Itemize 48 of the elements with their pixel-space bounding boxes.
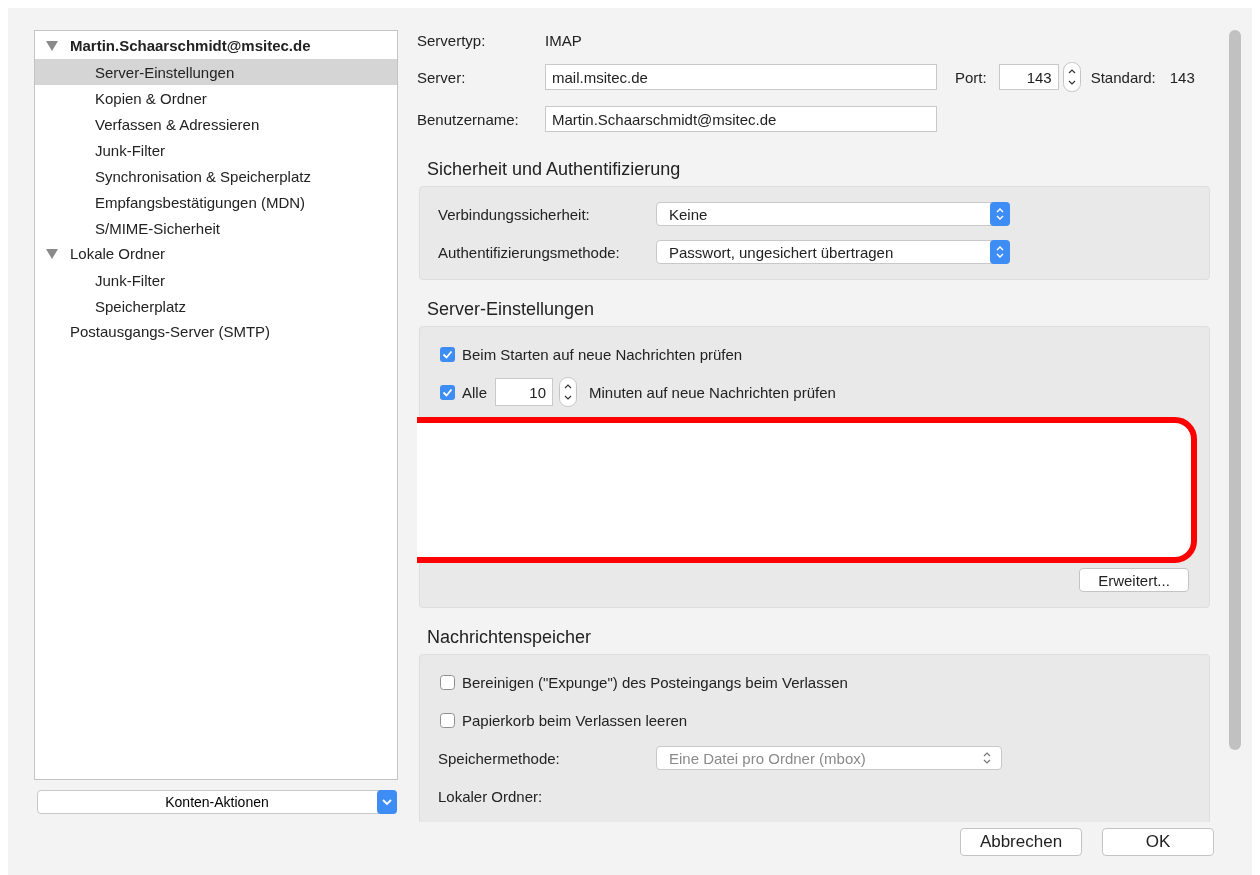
cancel-button[interactable]: Abbrechen — [960, 828, 1082, 856]
checkbox[interactable] — [440, 384, 455, 400]
field-label: Authentifizierungsmethode: — [438, 243, 621, 261]
dropdown[interactable]: Keine — [656, 202, 1010, 226]
field-value: 143 — [1169, 68, 1195, 86]
advanced-button[interactable]: Erweitert... — [1079, 568, 1189, 592]
ok-button[interactable]: OK — [1102, 828, 1214, 856]
field-label: Benutzername: — [417, 110, 520, 128]
checkbox-label: Papierkorb beim Verlassen leeren — [462, 711, 688, 729]
server-field[interactable]: mail.msitec.de — [545, 64, 937, 90]
checkbox[interactable] — [440, 712, 455, 728]
username-field[interactable]: Martin.Schaarschmidt@msitec.de — [545, 106, 937, 132]
checkbox-label: Beim Starten auf neue Nachrichten prüfen — [462, 345, 743, 363]
checkbox[interactable] — [440, 346, 455, 362]
tree-item[interactable]: Postausgangs-Server (SMTP) — [35, 319, 397, 345]
checkbox-label: Alle — [462, 383, 487, 401]
scrollbar[interactable] — [1229, 30, 1241, 750]
field-label: Lokaler Ordner: — [438, 787, 543, 805]
interval-field[interactable]: 10 — [495, 378, 553, 406]
field-value: IMAP — [545, 31, 582, 49]
dropdown[interactable]: Passwort, ungesichert übertragen — [656, 240, 1010, 264]
tree-item[interactable]: Junk-Filter — [35, 267, 397, 293]
port-field[interactable]: 143 — [998, 64, 1059, 90]
field-label: Speichermethode: — [438, 749, 561, 767]
checkbox-label: Bereinigen ("Expunge") des Posteingangs beim Verlassen — [462, 673, 848, 691]
tree-item[interactable]: Kopien & Ordner — [35, 85, 397, 111]
field-label: Port: — [955, 68, 987, 86]
tree-item[interactable]: Martin.Schaarschmidt@msitec.de — [35, 33, 397, 59]
field-label: Server: — [417, 68, 467, 86]
section-title: Sicherheit und Authentifizierung — [427, 158, 682, 180]
tree-item[interactable]: Lokale Ordner — [35, 241, 397, 267]
tree-item[interactable]: Speicherplatz — [35, 293, 397, 319]
tree-item[interactable]: Empfangsbestätigungen (MDN) — [35, 189, 397, 215]
field-label: Servertyp: — [417, 31, 487, 49]
tree-item[interactable]: Junk-Filter — [35, 137, 397, 163]
section-title: Nachrichtenspeicher — [427, 626, 593, 648]
field-label: Standard: — [1090, 68, 1156, 86]
section-title: Server-Einstellungen — [427, 298, 596, 320]
tree-item[interactable]: Synchronisation & Speicherplatz — [35, 163, 397, 189]
stepper-icon — [559, 377, 577, 407]
tree-item[interactable]: Verfassen & Adressieren — [35, 111, 397, 137]
tree-item[interactable]: S/MIME-Sicherheit — [35, 215, 397, 241]
stepper-icon — [1062, 62, 1081, 92]
field-label: Verbindungssicherheit: — [438, 205, 591, 223]
checkbox[interactable] — [440, 674, 455, 690]
tree-item[interactable]: Server-Einstellungen — [35, 59, 397, 85]
field-label: Minuten auf neue Nachrichten prüfen — [589, 383, 836, 401]
account-actions-button[interactable]: Konten-Aktionen — [37, 790, 397, 814]
